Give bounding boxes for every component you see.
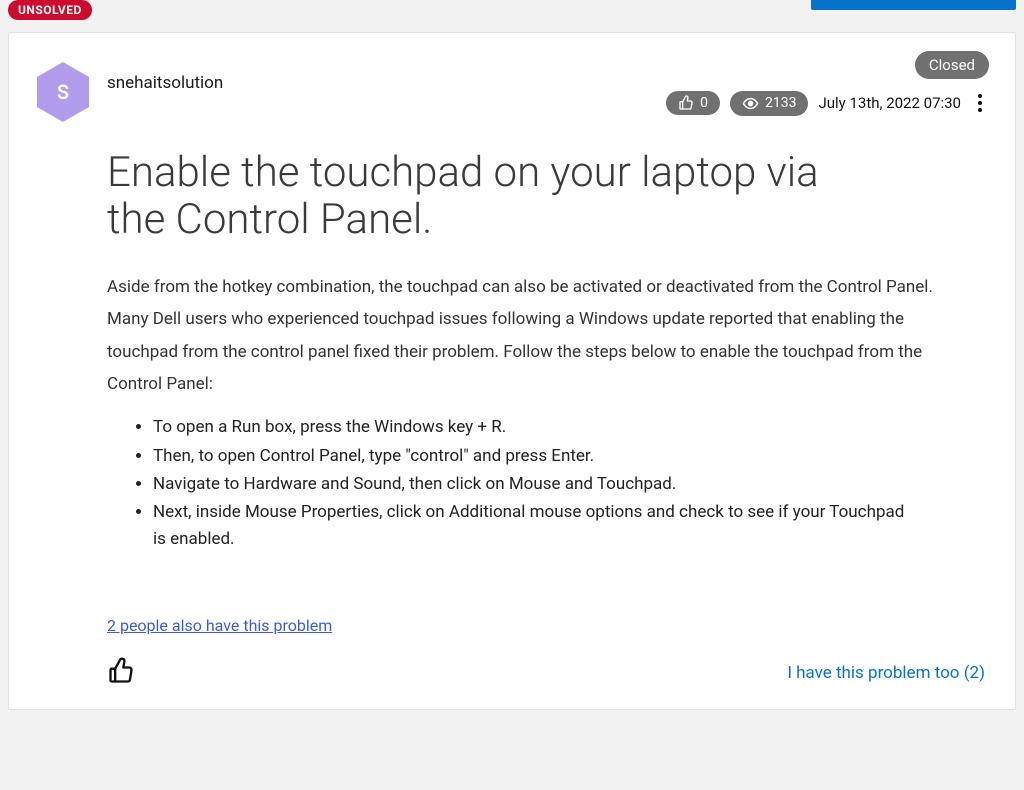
more-options-button[interactable] — [971, 89, 989, 117]
primary-action-button[interactable] — [811, 0, 1016, 10]
list-item: Then, to open Control Panel, type "contr… — [153, 443, 917, 469]
unsolved-badge: UNSOLVED — [8, 0, 92, 20]
also-have-problem-link[interactable]: 2 people also have this problem — [107, 616, 332, 635]
kudos-pill[interactable]: 0 — [666, 91, 720, 115]
post-card: S snehaitsolution Closed 0 — [8, 32, 1016, 710]
avatar-initial: S — [35, 61, 91, 123]
kudos-count: 0 — [700, 95, 708, 111]
thumbs-up-icon — [107, 657, 135, 685]
author-name[interactable]: snehaitsolution — [107, 73, 223, 93]
timestamp: July 13th, 2022 07:30 — [818, 94, 961, 112]
list-item: Navigate to Hardware and Sound, then cli… — [153, 471, 917, 497]
list-item: To open a Run box, press the Windows key… — [153, 414, 917, 440]
kudos-button[interactable] — [107, 657, 135, 689]
eye-icon — [742, 95, 759, 112]
avatar[interactable]: S — [35, 61, 91, 123]
list-item: Next, inside Mouse Properties, click on … — [153, 499, 917, 552]
thumbs-up-icon — [678, 95, 694, 111]
views-pill: 2133 — [730, 91, 808, 116]
views-count: 2133 — [765, 95, 796, 111]
steps-list: To open a Run box, press the Windows key… — [107, 414, 917, 552]
status-badge: Closed — [915, 51, 989, 79]
post-intro: Aside from the hotkey combination, the t… — [107, 271, 957, 400]
have-problem-button[interactable]: I have this problem too (2) — [787, 663, 985, 683]
post-title: Enable the touchpad on your laptop via t… — [107, 149, 887, 243]
